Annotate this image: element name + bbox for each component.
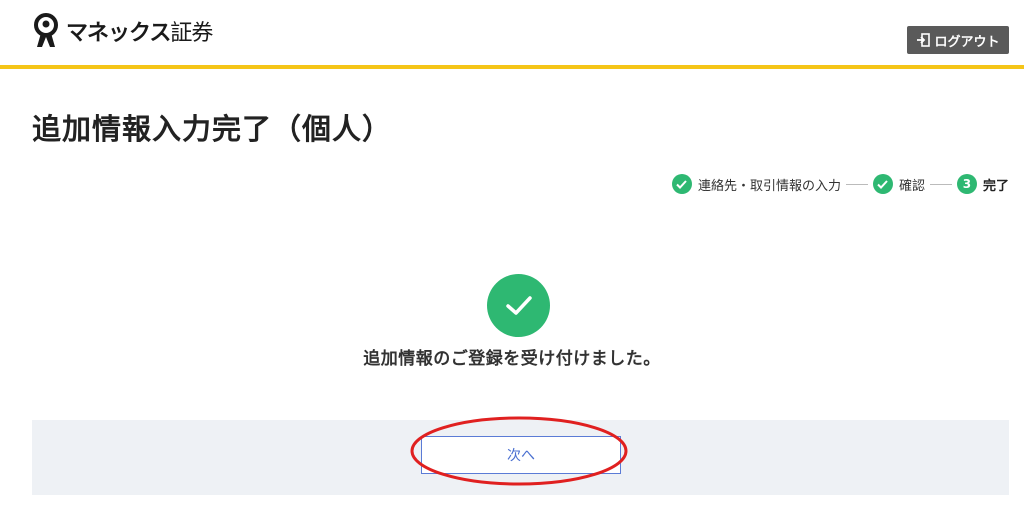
logo-text: マネックス証券 [66,21,213,46]
check-icon [671,174,692,194]
step-label: 完了 [982,178,1009,194]
step-complete: 3 完了 [956,174,1009,194]
action-bar: 次へ [32,420,1009,495]
success-message: 追加情報のご登録を受け付けました。 [363,349,661,369]
logout-label: ログアウト [934,34,1000,50]
next-button[interactable]: 次へ [421,436,621,474]
step-confirm: 確認 [872,174,925,194]
progress-stepper: 連絡先・取引情報の入力 確認 3 完了 [671,172,1009,196]
monex-logo-icon [34,13,58,47]
step-connector [929,183,952,185]
logout-button[interactable]: ログアウト [907,26,1009,54]
step-connector [845,183,868,185]
step-number: 3 [956,174,977,194]
step-label: 確認 [898,178,925,194]
step-label: 連絡先・取引情報の入力 [697,178,841,194]
monex-logo[interactable]: マネックス証券 [32,10,213,52]
logout-icon [917,33,931,47]
check-icon [872,174,893,194]
site-header: マネックス証券 ログアウト [0,0,1024,69]
check-circle-icon [487,274,550,337]
step-contact-info: 連絡先・取引情報の入力 [671,174,841,194]
page-title: 追加情報入力完了（個人） [32,112,393,146]
